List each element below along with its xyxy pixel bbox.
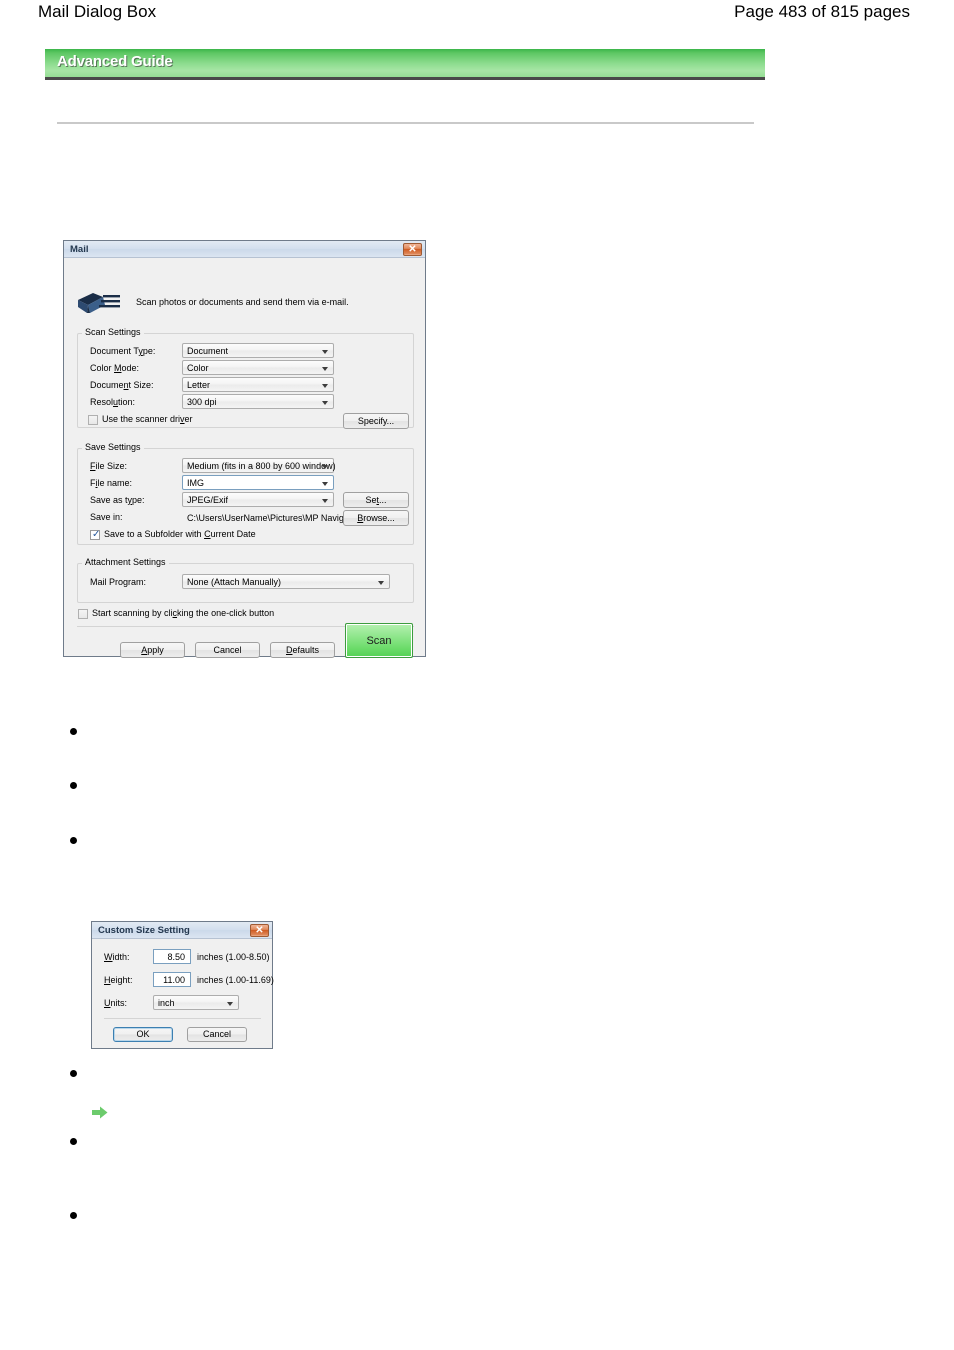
resolution-value: 300 dpi [187, 397, 217, 407]
list-item [70, 1138, 77, 1145]
save-in-path[interactable]: C:\Users\UserName\Pictures\MP Navigat [182, 510, 351, 525]
list-item [70, 728, 77, 735]
browse-button[interactable]: Browse... [343, 510, 409, 526]
chevron-down-icon [227, 1002, 233, 1006]
mail-envelope-icon [78, 293, 120, 313]
scan-settings-label: Scan Settings [82, 327, 144, 337]
color-mode-combo[interactable]: Color [182, 360, 334, 375]
set-button[interactable]: Set... [343, 492, 409, 508]
one-click-label: Start scanning by clicking the one-click… [92, 608, 275, 618]
height-value: 11.00 [163, 975, 185, 985]
close-glyph: ✕ [255, 925, 264, 936]
specify-button[interactable]: Specify... [343, 413, 409, 429]
chevron-down-icon [322, 465, 328, 469]
document-size-combo[interactable]: Letter [182, 377, 334, 392]
resolution-combo[interactable]: 300 dpi [182, 394, 334, 409]
close-glyph: ✕ [408, 244, 417, 255]
chevron-down-icon [378, 581, 384, 585]
chevron-down-icon [322, 499, 328, 503]
height-input[interactable]: 11.00 [153, 972, 191, 987]
save-in-value: C:\Users\UserName\Pictures\MP Navigat [187, 513, 352, 523]
mail-dialog-titlebar[interactable]: Mail ✕ [64, 241, 425, 258]
file-name-combo[interactable]: IMG [182, 475, 334, 490]
page-title: Mail Dialog Box [38, 2, 157, 21]
custom-size-divider [104, 1018, 261, 1019]
defaults-button[interactable]: Defaults [270, 642, 335, 658]
units-combo[interactable]: inch [153, 995, 239, 1010]
width-value: 8.50 [167, 952, 185, 962]
mail-dialog-title: Mail [70, 244, 89, 255]
chevron-down-icon [322, 350, 328, 354]
document-type-combo[interactable]: Document [182, 343, 334, 358]
save-subfolder-label: Save to a Subfolder with Current Date [104, 529, 256, 539]
document-type-label: Document Type: [90, 346, 156, 356]
width-input[interactable]: 8.50 [153, 949, 191, 964]
chevron-down-icon [322, 384, 328, 388]
save-subfolder-checkbox[interactable]: ✓ [90, 529, 101, 540]
ok-button[interactable]: OK [113, 1027, 173, 1042]
custom-size-cancel-button[interactable]: Cancel [187, 1027, 247, 1042]
page-number: Page 483 of 815 pages [734, 2, 910, 21]
close-icon[interactable]: ✕ [403, 243, 422, 256]
page-header: Mail Dialog Box Page 483 of 815 pages [0, 0, 954, 34]
advanced-guide-label: Advanced Guide [57, 53, 173, 70]
custom-size-setting-dialog: Custom Size Setting ✕ Width: 8.50 inches… [91, 921, 274, 1049]
file-size-label: File Size: [90, 461, 128, 471]
use-scanner-driver-label: Use the scanner driver [102, 414, 193, 424]
chevron-down-icon [322, 367, 328, 371]
one-click-checkbox[interactable] [78, 609, 88, 619]
list-item [70, 837, 77, 844]
list-item [70, 1212, 77, 1219]
file-size-combo[interactable]: Medium (fits in a 800 by 600 window) [182, 458, 336, 473]
green-arrow-icon [92, 1106, 108, 1119]
custom-size-body: Width: 8.50 inches (1.00-8.50) Height: 1… [92, 939, 274, 1048]
apply-button[interactable]: Apply [120, 642, 185, 658]
save-as-type-label: Save as type: [90, 495, 145, 505]
attachment-settings-label: Attachment Settings [82, 557, 169, 567]
close-icon[interactable]: ✕ [250, 924, 269, 937]
resolution-label: Resolution: [90, 397, 136, 407]
height-range: inches (1.00-11.69) [197, 975, 274, 985]
mail-dialog: Mail ✕ Scan photos or documents and send… [63, 240, 426, 658]
save-as-type-value: JPEG/Exif [187, 495, 229, 505]
scan-button[interactable]: Scan [345, 623, 413, 658]
color-mode-label: Color Mode: [90, 363, 140, 373]
header-divider [57, 122, 754, 124]
cancel-button[interactable]: Cancel [195, 642, 260, 658]
save-settings-label: Save Settings [82, 442, 144, 452]
mail-banner-text: Scan photos or documents and send them v… [136, 297, 349, 307]
file-name-value: IMG [187, 478, 204, 488]
mail-dialog-body: Scan photos or documents and send them v… [64, 258, 425, 658]
save-in-label: Save in: [90, 512, 123, 522]
mail-program-combo[interactable]: None (Attach Manually) [182, 574, 390, 589]
height-label: Height: [104, 975, 133, 985]
document-size-value: Letter [187, 380, 211, 390]
check-icon: ✓ [92, 529, 101, 540]
advanced-guide-banner: Advanced Guide [45, 49, 765, 80]
units-value: inch [158, 998, 175, 1008]
list-item [70, 782, 77, 789]
file-size-value: Medium (fits in a 800 by 600 window) [187, 461, 336, 471]
mail-program-value: None (Attach Manually) [187, 577, 282, 587]
custom-size-title: Custom Size Setting [98, 925, 190, 936]
color-mode-value: Color [187, 363, 209, 373]
custom-size-titlebar[interactable]: Custom Size Setting ✕ [92, 922, 272, 939]
width-range: inches (1.00-8.50) [197, 952, 270, 962]
file-name-label: File name: [90, 478, 133, 488]
chevron-down-icon [322, 482, 328, 486]
width-label: Width: [104, 952, 130, 962]
mail-program-label: Mail Program: [90, 577, 147, 587]
units-label: Units: [104, 998, 128, 1008]
chevron-down-icon [322, 401, 328, 405]
list-item [70, 1070, 77, 1077]
document-type-value: Document [187, 346, 229, 356]
document-size-label: Document Size: [90, 380, 154, 390]
save-as-type-combo[interactable]: JPEG/Exif [182, 492, 334, 507]
use-scanner-driver-checkbox[interactable] [88, 415, 98, 425]
